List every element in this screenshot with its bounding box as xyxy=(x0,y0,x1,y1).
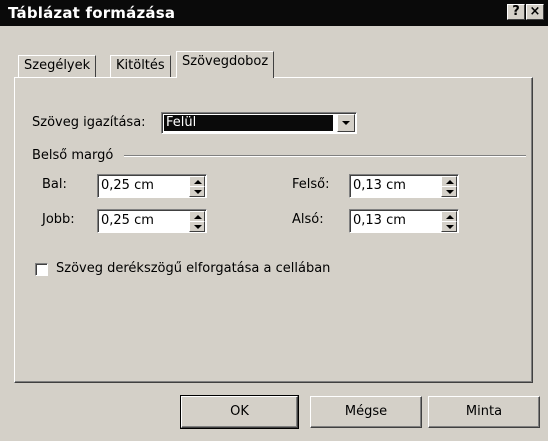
cancel-button-label: Mégse xyxy=(344,404,388,419)
close-icon: × xyxy=(529,4,541,19)
arrow-down-icon xyxy=(446,190,454,194)
right-margin-label: Jobb: xyxy=(42,212,75,227)
ok-button-label: OK xyxy=(230,404,249,419)
top-margin-label: Felső: xyxy=(292,177,330,192)
arrow-up-icon xyxy=(446,180,454,184)
margin-group-title: Belső margó xyxy=(32,148,114,163)
top-margin-spinner[interactable]: 0,13 cm xyxy=(349,174,459,198)
bottom-margin-value: 0,13 cm xyxy=(353,213,406,228)
dropdown-button[interactable] xyxy=(337,114,355,132)
chevron-down-icon xyxy=(342,121,350,125)
ok-button[interactable]: OK xyxy=(180,395,299,429)
arrow-down-icon xyxy=(194,225,202,229)
left-margin-value: 0,25 cm xyxy=(101,178,154,193)
rotate-text-label[interactable]: Szöveg derékszögű elforgatása a cellában xyxy=(56,261,330,276)
title-bar: Táblázat formázása ? × xyxy=(0,0,548,26)
right-margin-spinner[interactable]: 0,25 cm xyxy=(97,209,207,233)
left-margin-label: Bal: xyxy=(42,177,67,192)
rotate-text-checkbox[interactable] xyxy=(35,263,48,276)
tab-label: Szövegdoboz xyxy=(182,54,269,69)
arrow-up-icon xyxy=(446,215,454,219)
bottom-margin-spinner[interactable]: 0,13 cm xyxy=(349,209,459,233)
window-title: Táblázat formázása xyxy=(8,4,176,22)
alignment-label-text: Szöveg igazítása: xyxy=(32,115,146,130)
alignment-selected: Felül xyxy=(164,115,333,131)
tab-szovegdoboz[interactable]: Szövegdoboz xyxy=(176,51,275,78)
arrow-up-icon xyxy=(194,180,202,184)
top-margin-value: 0,13 cm xyxy=(353,178,406,193)
alignment-select[interactable]: Felül xyxy=(161,112,357,134)
tab-kitoltes[interactable]: Kitöltés xyxy=(110,55,171,77)
help-button[interactable]: ? xyxy=(507,4,525,20)
tab-label: Szegélyek xyxy=(24,58,91,73)
help-icon: ? xyxy=(512,4,520,19)
arrow-down-icon xyxy=(194,190,202,194)
right-margin-value: 0,25 cm xyxy=(101,213,154,228)
alignment-value: Felül xyxy=(166,115,197,130)
tab-label: Kitöltés xyxy=(116,58,165,73)
spin-down-button[interactable] xyxy=(189,186,205,197)
preview-button-label: Minta xyxy=(465,404,503,419)
spin-down-button[interactable] xyxy=(441,186,457,197)
close-button[interactable]: × xyxy=(526,4,544,20)
preview-button[interactable]: Minta xyxy=(428,396,540,428)
bottom-margin-label: Alsó: xyxy=(292,212,324,227)
spin-down-button[interactable] xyxy=(441,221,457,232)
left-margin-spinner[interactable]: 0,25 cm xyxy=(97,174,207,198)
arrow-up-icon xyxy=(194,215,202,219)
spin-down-button[interactable] xyxy=(189,221,205,232)
cancel-button[interactable]: Mégse xyxy=(310,396,422,428)
tab-szegelyek[interactable]: Szegélyek xyxy=(18,55,97,77)
arrow-down-icon xyxy=(446,225,454,229)
group-divider xyxy=(124,155,526,157)
alignment-label: Szöveg igazítása: xyxy=(32,115,146,130)
